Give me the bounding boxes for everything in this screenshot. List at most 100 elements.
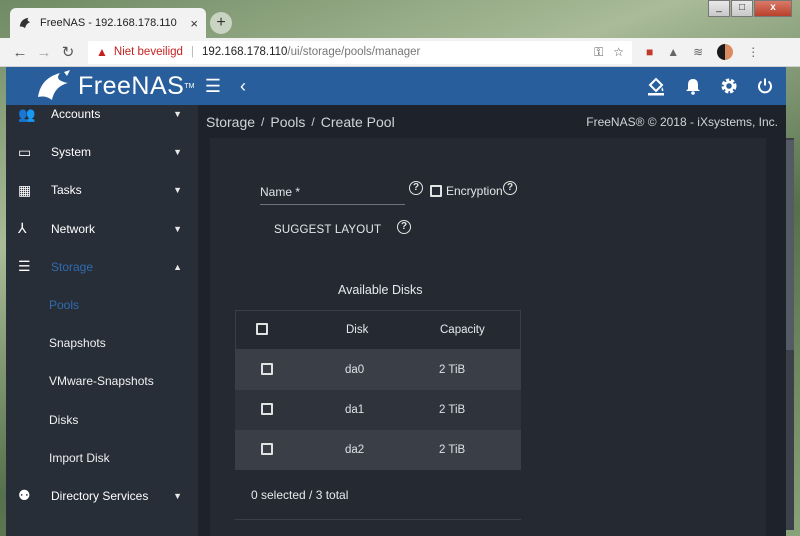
table-row[interactable]: da0 2 TiB [235, 350, 521, 390]
key-icon[interactable]: ⚿ [594, 45, 603, 60]
sidebar: 👥 Accounts ▼ ▭ System ▼ ▦ Tasks ▼ ⅄ Netw… [6, 105, 198, 536]
row-checkbox[interactable] [261, 402, 273, 415]
pool-manager-card: Name * ? Encryption ? SUGGEST LAYOUT ? A… [210, 138, 766, 536]
row-checkbox[interactable] [261, 362, 273, 375]
extension-briefcase-icon[interactable]: ■ [646, 45, 653, 59]
suggest-layout-button[interactable]: SUGGEST LAYOUT [274, 224, 381, 236]
close-window-button[interactable]: x [754, 0, 792, 17]
theme-paint-bucket-icon[interactable] [646, 76, 666, 96]
window-controls: _ □ x [707, 0, 792, 17]
freenas-logo-icon [38, 70, 70, 100]
extension-cast-icon[interactable]: ≋ [693, 45, 703, 59]
row-check-cell [235, 362, 345, 378]
pool-name-field[interactable]: Name * [260, 185, 405, 205]
available-disks-table: Disk Capacity da0 2 TiB da1 2 TiB da2 2 … [235, 310, 521, 520]
caret-up-icon: ▲ [173, 261, 182, 272]
breadcrumb-separator: / [311, 114, 315, 129]
minimize-button[interactable]: _ [708, 0, 730, 17]
browser-toolbar: ← → ↻ ▲ Niet beveiligd | 192.168.178.110… [0, 38, 800, 67]
omnibox-actions: ⚿ ☆ [594, 45, 624, 60]
row-check-cell [235, 442, 345, 458]
extension-drive-icon[interactable]: ▲ [667, 45, 679, 59]
profile-avatar[interactable] [717, 44, 734, 60]
column-header-disk[interactable]: Disk [346, 324, 440, 336]
bookmark-star-icon[interactable]: ☆ [613, 45, 624, 60]
sidebar-item-label: Network [51, 221, 96, 236]
disk-capacity: 2 TiB [439, 364, 466, 376]
sidebar-subitem-snapshots[interactable]: Snapshots [6, 324, 198, 362]
power-icon[interactable] [756, 77, 774, 95]
disk-capacity: 2 TiB [439, 444, 466, 456]
sidebar-subitem-import-disk[interactable]: Import Disk [6, 439, 198, 477]
sidebar-item-accounts[interactable]: 👥 Accounts ▼ [6, 105, 198, 133]
sidebar-subitem-disks[interactable]: Disks [6, 401, 198, 439]
select-all-checkbox[interactable] [256, 322, 268, 335]
browser-titlebar: FreeNAS - 192.168.178.110 × + _ □ x [0, 0, 800, 38]
select-all-cell [236, 322, 346, 338]
notifications-bell-icon[interactable] [684, 77, 702, 95]
network-icon: ⅄ [18, 220, 27, 237]
maximize-button[interactable]: □ [731, 0, 753, 17]
address-separator: | [190, 46, 194, 58]
tab-title: FreeNAS - 192.168.178.110 [40, 17, 177, 29]
table-row[interactable]: da1 2 TiB [235, 390, 521, 430]
disk-capacity: 2 TiB [439, 404, 466, 416]
table-header: Disk Capacity [235, 310, 521, 350]
extensions: ■ ▲ ≋ ⋮ [646, 44, 759, 60]
pool-name-label: Name * [260, 185, 301, 199]
caret-down-icon: ▼ [173, 109, 182, 120]
breadcrumb-create-pool: Create Pool [320, 113, 395, 130]
hamburger-menu-icon[interactable]: ☰ [198, 76, 228, 97]
forward-icon[interactable]: → [32, 44, 56, 61]
security-label[interactable]: Niet beveiligd [114, 46, 183, 58]
brand[interactable]: FreeNAS TM [6, 67, 198, 105]
sidebar-item-directory-services[interactable]: ⚉ Directory Services ▼ [6, 477, 198, 515]
column-header-capacity[interactable]: Capacity [440, 324, 520, 336]
sidebar-item-network[interactable]: ⅄ Network ▼ [6, 210, 198, 248]
breadcrumb-storage[interactable]: Storage [206, 114, 255, 130]
sidebar-item-tasks[interactable]: ▦ Tasks ▼ [6, 171, 198, 209]
url-path: /ui/storage/pools/manager [287, 46, 421, 58]
new-tab-button[interactable]: + [210, 12, 232, 34]
sidebar-item-system[interactable]: ▭ System ▼ [6, 133, 198, 171]
tab-close-icon[interactable]: × [190, 16, 198, 31]
table-row[interactable]: da2 2 TiB [235, 430, 521, 470]
back-icon[interactable]: ← [8, 44, 32, 61]
sidebar-item-label: Storage [51, 259, 94, 274]
row-checkbox[interactable] [261, 442, 273, 455]
table-footer: 0 selected / 3 total [235, 470, 521, 520]
main-content: Storage / Pools / Create Pool FreeNAS® ©… [198, 105, 786, 536]
browser-tab[interactable]: FreeNAS - 192.168.178.110 × [10, 8, 206, 38]
settings-gear-icon[interactable] [720, 77, 738, 95]
name-help-icon[interactable]: ? [409, 181, 423, 195]
accounts-icon: 👥 [18, 105, 36, 122]
sidebar-subitem-vmware-snapshots[interactable]: VMware-Snapshots [6, 362, 198, 400]
warning-icon: ▲ [96, 45, 108, 59]
encryption-help-icon[interactable]: ? [503, 181, 517, 195]
url-host: 192.168.178.110 [201, 46, 288, 58]
scrollbar-thumb[interactable] [786, 140, 794, 350]
row-check-cell [235, 402, 345, 418]
breadcrumb-separator: / [261, 114, 265, 129]
address-bar[interactable]: ▲ Niet beveiligd | 192.168.178.110 /ui/s… [88, 40, 632, 64]
collapse-chevron-left-icon[interactable]: ‹ [228, 76, 258, 97]
sidebar-subitem-pools[interactable]: Pools [6, 286, 198, 324]
browser-menu-icon[interactable]: ⋮ [747, 45, 759, 59]
copyright: FreeNAS® © 2018 - iXsystems, Inc. [586, 114, 778, 129]
brand-trademark: TM [184, 82, 195, 90]
suggest-layout-help-icon[interactable]: ? [397, 220, 411, 234]
encryption-checkbox[interactable] [430, 185, 442, 197]
available-disks-title: Available Disks [338, 283, 423, 297]
storage-icon: ☰ [18, 258, 31, 275]
content-scrollbar[interactable] [786, 138, 794, 530]
tasks-icon: ▦ [18, 181, 32, 198]
sidebar-item-label: Directory Services [51, 488, 149, 503]
system-icon: ▭ [18, 143, 32, 160]
sidebar-item-storage[interactable]: ☰ Storage ▲ [6, 248, 198, 286]
topnav-actions [646, 76, 786, 96]
breadcrumb-pools[interactable]: Pools [270, 114, 305, 130]
reload-icon[interactable]: ↻ [56, 43, 80, 61]
encryption-option: Encryption [430, 184, 503, 198]
encryption-label: Encryption [446, 184, 503, 198]
disk-name: da2 [345, 444, 365, 456]
